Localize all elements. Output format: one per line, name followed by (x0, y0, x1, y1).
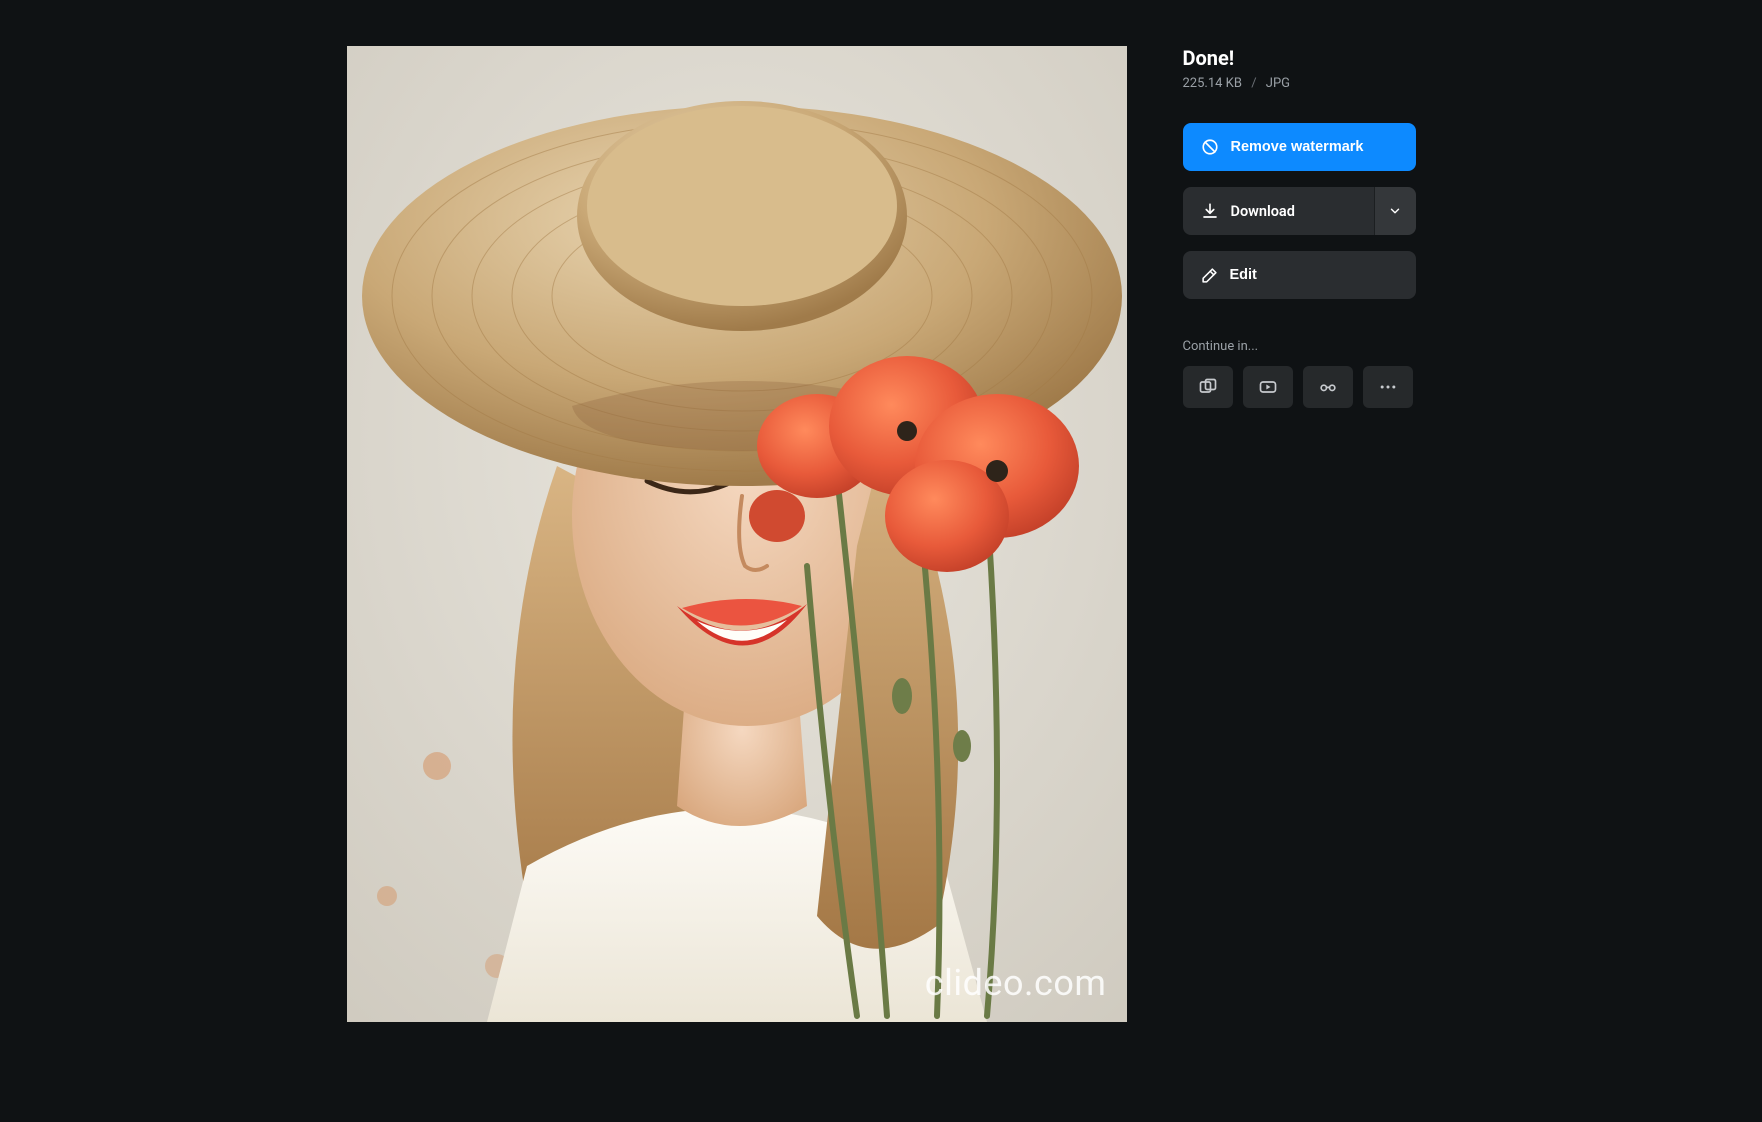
continue-video-button[interactable] (1243, 366, 1293, 408)
chevron-down-icon (1388, 204, 1402, 218)
file-size: 225.14 KB (1183, 76, 1242, 91)
file-meta: 225.14 KB / JPG (1183, 76, 1416, 91)
file-format: JPG (1266, 76, 1290, 91)
edit-button[interactable]: Edit (1183, 251, 1416, 299)
image-preview: clideo.com (347, 46, 1127, 1022)
more-icon (1378, 377, 1398, 397)
download-button[interactable]: Download (1183, 187, 1374, 235)
continue-glasses-button[interactable] (1303, 366, 1353, 408)
download-icon (1201, 202, 1219, 220)
no-sign-icon (1201, 138, 1219, 156)
pencil-icon (1201, 267, 1218, 284)
video-icon (1258, 377, 1278, 397)
glasses-icon (1317, 377, 1339, 397)
remove-watermark-button[interactable]: Remove watermark (1183, 123, 1416, 171)
status-title: Done! (1183, 46, 1416, 70)
meta-separator: / (1251, 76, 1256, 91)
edit-label: Edit (1230, 267, 1257, 283)
remove-watermark-label: Remove watermark (1231, 139, 1364, 155)
download-options-button[interactable] (1374, 187, 1416, 235)
download-split-button: Download (1183, 187, 1416, 235)
continue-label: Continue in... (1183, 339, 1416, 354)
continue-layers-button[interactable] (1183, 366, 1233, 408)
continue-toolbar (1183, 366, 1416, 408)
sidebar: Done! 225.14 KB / JPG Remove watermark (1183, 46, 1416, 1022)
download-label: Download (1231, 203, 1295, 220)
watermark-text: clideo.com (925, 962, 1107, 1004)
continue-more-button[interactable] (1363, 366, 1413, 408)
layers-icon (1198, 377, 1218, 397)
